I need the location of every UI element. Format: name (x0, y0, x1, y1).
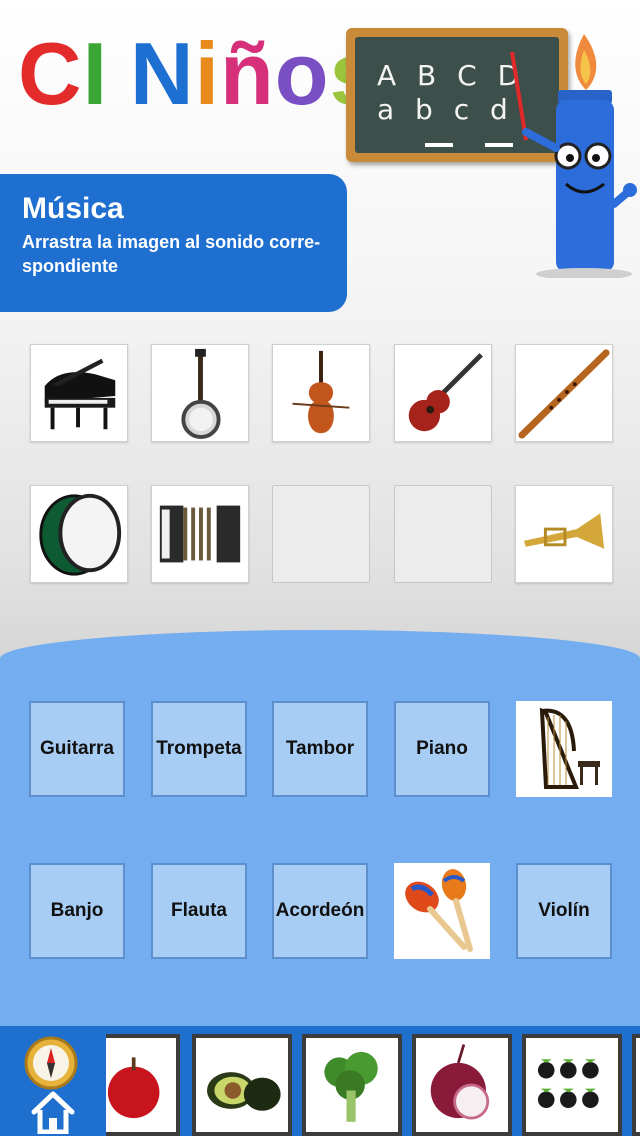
violin-icon (292, 350, 350, 434)
logo-letter: i (194, 24, 221, 123)
category-onion[interactable] (412, 1034, 512, 1136)
logo-letter: o (274, 24, 330, 123)
category-broccoli[interactable] (302, 1034, 402, 1136)
harp-card[interactable] (516, 701, 612, 797)
compass-icon[interactable] (24, 1036, 78, 1090)
activity-banner: Música Arrastra la imagen al sonido corr… (0, 174, 347, 312)
activity-instructions: Arrastra la imagen al sonido corre-spond… (22, 232, 321, 276)
category-blackberries[interactable] (522, 1034, 622, 1136)
apple-icon (107, 1057, 160, 1119)
violin-tile[interactable] (272, 344, 370, 442)
category-strip[interactable] (106, 1030, 640, 1136)
harp-icon (539, 707, 600, 789)
onion-icon (430, 1044, 490, 1120)
avocado-icon (207, 1072, 281, 1111)
trumpet-icon (523, 513, 605, 549)
empty-drop-slot[interactable] (272, 485, 370, 583)
accordion-icon (159, 505, 241, 563)
maracas-card[interactable] (394, 863, 490, 959)
drum-tile[interactable] (30, 485, 128, 583)
sound-card-trompeta[interactable]: Trompeta (151, 701, 247, 797)
app-logo: CI Niños (18, 30, 380, 118)
sound-card-piano[interactable]: Piano (394, 701, 490, 797)
sound-card-flauta[interactable]: Flauta (151, 863, 247, 959)
sound-card-guitarra[interactable]: Guitarra (29, 701, 125, 797)
logo-letter: C (18, 24, 83, 123)
answer-area (0, 630, 640, 1030)
accordion-tile[interactable] (151, 485, 249, 583)
empty-drop-slot[interactable] (394, 485, 492, 583)
logo-letter: N (130, 24, 195, 123)
chalk-piece (425, 143, 453, 147)
broccoli-icon (324, 1051, 378, 1122)
blackberries-icon (537, 1059, 599, 1108)
flute-icon (518, 349, 610, 439)
sound-card-violin[interactable]: Violín (516, 863, 612, 959)
category-apple[interactable] (106, 1034, 180, 1136)
piano-tile[interactable] (30, 344, 128, 442)
activity-title: Música (22, 192, 124, 225)
banjo-icon (181, 348, 221, 440)
crayon-mascot-icon (510, 34, 637, 278)
sound-card-tambor[interactable]: Tambor (272, 701, 368, 797)
flute-tile[interactable] (515, 344, 613, 442)
maracas-icon (405, 869, 473, 952)
guitar-tile[interactable] (394, 344, 492, 442)
category-next[interactable] (632, 1034, 640, 1136)
home-icon[interactable] (30, 1090, 76, 1134)
banjo-tile[interactable] (151, 344, 249, 442)
piano-icon (44, 358, 116, 430)
sound-card-acordeon[interactable]: Acordeón (272, 863, 368, 959)
category-avocado[interactable] (192, 1034, 292, 1136)
sound-card-banjo[interactable]: Banjo (29, 863, 125, 959)
trumpet-tile[interactable] (515, 485, 613, 583)
drum-icon (39, 493, 122, 576)
guitar-icon (408, 353, 483, 432)
logo-letter: ñ (220, 24, 275, 123)
logo-letter: I (82, 24, 109, 123)
